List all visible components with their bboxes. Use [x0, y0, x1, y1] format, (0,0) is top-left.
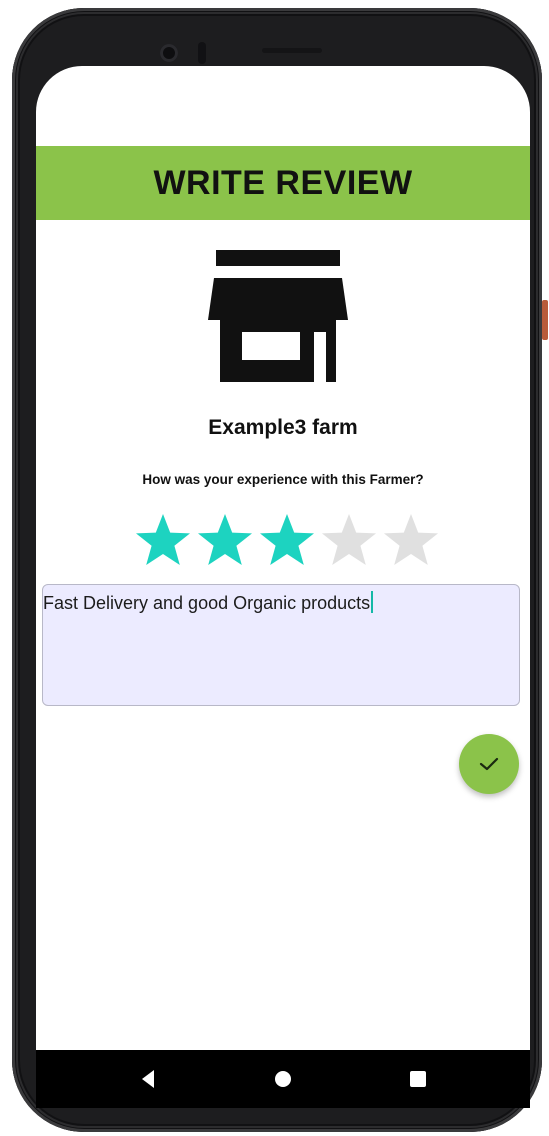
- star-empty-icon[interactable]: [382, 512, 440, 568]
- star-filled-icon[interactable]: [134, 512, 192, 568]
- submit-review-button[interactable]: [459, 734, 519, 794]
- nav-back-button[interactable]: [126, 1050, 170, 1108]
- navigation-bar: [36, 1050, 530, 1108]
- text-cursor: [371, 591, 374, 613]
- check-icon: [479, 757, 499, 771]
- review-input[interactable]: Fast Delivery and good Organic products: [42, 584, 520, 706]
- farm-name: Example3 farm: [208, 416, 358, 439]
- nav-recents-button[interactable]: [396, 1050, 440, 1108]
- earpiece-speaker: [262, 48, 322, 53]
- star-filled-icon[interactable]: [258, 512, 316, 568]
- review-value: Fast Delivery and good Organic products: [43, 593, 371, 613]
- back-icon: [142, 1070, 154, 1088]
- rating-question: How was your experience with this Farmer…: [142, 472, 424, 487]
- recents-icon: [410, 1071, 426, 1087]
- star-rating[interactable]: [134, 512, 444, 568]
- review-text: Fast Delivery and good Organic products: [43, 591, 374, 614]
- power-button: [542, 300, 548, 340]
- page-title: WRITE REVIEW: [153, 163, 413, 202]
- front-camera: [160, 44, 178, 62]
- sensor: [198, 42, 206, 64]
- store-icon: [208, 250, 348, 382]
- header-bar: WRITE REVIEW: [36, 146, 530, 220]
- app-screen: WRITE REVIEW Example3 farm How was your …: [36, 66, 530, 1088]
- nav-home-button[interactable]: [261, 1050, 305, 1108]
- home-icon: [275, 1071, 291, 1087]
- star-filled-icon[interactable]: [196, 512, 254, 568]
- star-empty-icon[interactable]: [320, 512, 378, 568]
